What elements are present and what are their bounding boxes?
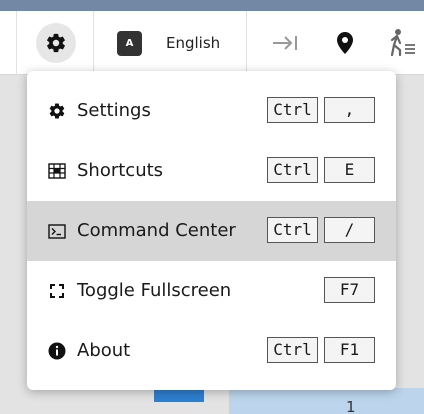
menu-item-about[interactable]: About Ctrl F1: [27, 321, 396, 381]
shortcut-key: Ctrl: [267, 157, 318, 183]
toolbar-divider: [16, 11, 17, 75]
background-cell-number: 1: [346, 398, 356, 414]
language-label[interactable]: English: [166, 33, 220, 53]
menu-item-settings[interactable]: Settings Ctrl ,: [27, 81, 396, 141]
shortcut-key: Ctrl: [267, 337, 318, 363]
menu-item-command-center[interactable]: Command Center Ctrl /: [27, 201, 396, 261]
map-pin-icon[interactable]: [334, 30, 356, 56]
shortcut-key: Ctrl: [267, 217, 318, 243]
toolbar-divider: [246, 11, 247, 75]
menu-item-shortcuts[interactable]: Shortcuts Ctrl E: [27, 141, 396, 201]
shortcut-key: F7: [324, 277, 375, 303]
settings-button[interactable]: [36, 23, 76, 63]
arrow-to-right-icon[interactable]: [271, 31, 299, 55]
shortcut-key: ,: [324, 97, 375, 123]
keyboard-shortcuts-icon: [48, 162, 66, 180]
terminal-icon: [48, 222, 66, 240]
shortcut-key: /: [324, 217, 375, 243]
info-icon: [48, 342, 66, 360]
menu-item-label: Toggle Fullscreen: [77, 280, 232, 301]
menu-item-label: Shortcuts: [77, 160, 164, 181]
toolbar-divider: [93, 11, 94, 75]
fullscreen-icon: [48, 282, 66, 300]
background-panel: [229, 388, 424, 414]
language-icon[interactable]: A: [117, 31, 142, 56]
menu-item-toggle-fullscreen[interactable]: Toggle Fullscreen F7: [27, 261, 396, 321]
settings-dropdown-menu: Settings Ctrl , Shortcuts Ctrl E Command…: [27, 71, 396, 390]
menu-item-label: Command Center: [77, 220, 236, 241]
menu-item-label: About: [77, 340, 131, 361]
top-toolbar: A English: [0, 11, 424, 75]
accessibility-walk-icon[interactable]: [388, 28, 418, 58]
shortcut-key: Ctrl: [267, 97, 318, 123]
shortcut-key: F1: [324, 337, 375, 363]
shortcut-key: E: [324, 157, 375, 183]
window-top-strip: [0, 0, 424, 11]
gear-icon: [48, 102, 66, 120]
menu-item-label: Settings: [77, 100, 151, 121]
gear-icon: [47, 33, 65, 53]
